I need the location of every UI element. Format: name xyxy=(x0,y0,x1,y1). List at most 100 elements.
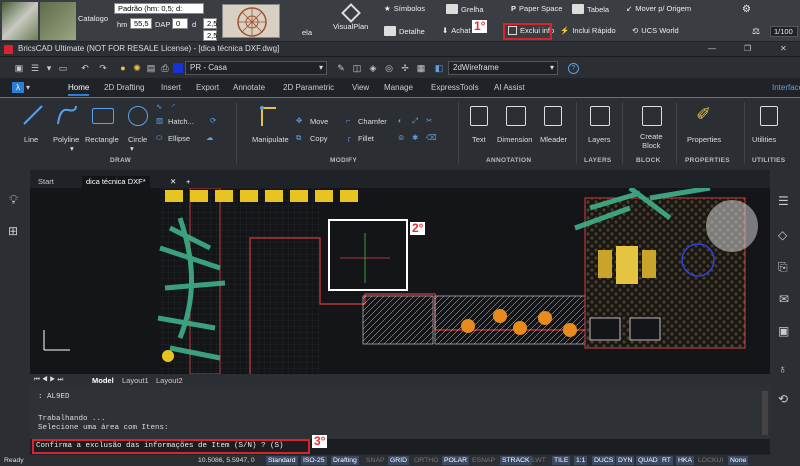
status-toggle-grid[interactable]: GRID xyxy=(388,456,409,465)
layout-nav-icon[interactable]: ⏮◀▶⏭ xyxy=(34,376,65,384)
tab-model[interactable]: Model xyxy=(92,376,114,385)
layer-iso-icon[interactable]: ◈ xyxy=(368,63,378,73)
layers-panel-icon[interactable]: ◇ xyxy=(778,228,787,242)
copy-button[interactable]: Copy xyxy=(310,134,328,143)
tab-home[interactable]: Home xyxy=(68,83,90,96)
command-prompt[interactable]: Confirma a exclusão das informações de I… xyxy=(30,439,770,454)
status-toggle-1-1[interactable]: 1:1 xyxy=(574,456,588,465)
fillet-button[interactable]: Fillet xyxy=(358,134,374,143)
grelha-button[interactable]: Grelha xyxy=(446,4,484,14)
circle-chevron-icon[interactable]: ▾ xyxy=(130,144,134,153)
redo-icon[interactable]: ↷ xyxy=(98,63,108,73)
tab-start[interactable]: Start xyxy=(34,176,58,188)
tabela-button[interactable]: Tabela xyxy=(572,4,609,14)
visual-style-combo[interactable]: 2dWireframe ▾ xyxy=(448,61,558,75)
layer-combo[interactable]: PR - Casa ▾ xyxy=(185,61,327,75)
rectangle-button[interactable]: Rectangle xyxy=(85,135,119,144)
line-button[interactable]: Line xyxy=(24,135,38,144)
status-toggle-dyn[interactable]: DYN xyxy=(616,456,635,465)
tab-annotate[interactable]: Annotate xyxy=(233,83,265,92)
mail-panel-icon[interactable]: ✉ xyxy=(779,292,789,306)
tab-expresstools[interactable]: ExpressTools xyxy=(431,83,479,92)
tab-drawing[interactable]: dica técnica DXF* xyxy=(82,176,150,188)
layers-button[interactable]: Layers xyxy=(588,135,611,144)
new-tab-icon[interactable]: + xyxy=(182,176,194,188)
d-field-2[interactable]: 2,5 xyxy=(203,30,217,41)
tab-ai-assist[interactable]: AI Assist xyxy=(494,83,525,92)
dimension-button[interactable]: Dimension xyxy=(497,135,532,144)
ellipse-button[interactable]: Ellipse xyxy=(168,134,190,143)
status-toggle-drafting[interactable]: Drafting xyxy=(331,456,359,465)
ucs-world-button[interactable]: ⟲ UCS World xyxy=(632,26,679,35)
status-toggle-rt[interactable]: RT xyxy=(660,456,673,465)
structure-panel-icon[interactable]: ⊞ xyxy=(8,224,18,238)
open-icon[interactable]: ▭ xyxy=(58,63,68,73)
offset-icon[interactable]: ⊜ xyxy=(398,133,404,142)
tab-layout2[interactable]: Layout2 xyxy=(156,376,183,385)
close-button[interactable]: ✕ xyxy=(780,42,787,56)
mirror-icon[interactable]: ◐ xyxy=(398,116,403,125)
app-menu-chevron-icon[interactable]: ▾ xyxy=(26,83,30,92)
catalog-thumbnail[interactable] xyxy=(2,2,38,40)
layer-select[interactable]: Padrão (hm: 0,5; d: xyxy=(114,3,204,14)
lightbulb-icon[interactable]: ● xyxy=(118,63,128,73)
mover-origem-button[interactable]: ↙ Mover p/ Origem xyxy=(626,4,691,13)
paper-space-button[interactable]: P Paper Space xyxy=(511,4,562,13)
lock-icon[interactable]: ▤ xyxy=(146,63,156,73)
tab-2d-parametric[interactable]: 2D Parametric xyxy=(283,83,334,92)
spline-icon[interactable]: ∿ xyxy=(156,102,162,111)
tab-layout1[interactable]: Layout1 xyxy=(122,376,149,385)
status-toggle-standard[interactable]: Standard xyxy=(266,456,298,465)
status-toggle-lockui[interactable]: LOCKUI xyxy=(696,456,725,465)
status-toggle-ducs[interactable]: DUCS xyxy=(592,456,616,465)
polyline-chevron-icon[interactable]: ▾ xyxy=(70,144,74,153)
achat-button[interactable]: ⬇ Achat xyxy=(442,26,470,35)
explode-icon[interactable]: ✱ xyxy=(412,133,418,142)
plant-symbol-preview[interactable] xyxy=(222,4,280,38)
tab-manage[interactable]: Manage xyxy=(384,83,413,92)
chamfer-button[interactable]: Chamfer xyxy=(358,117,387,126)
lightbulb-panel-icon[interactable]: 💡︎ xyxy=(9,192,18,208)
help-icon[interactable]: ? xyxy=(568,63,579,74)
save-icon[interactable]: ▣ xyxy=(14,63,24,73)
plant-thumbnail[interactable] xyxy=(40,2,76,40)
match-layer-icon[interactable]: ✎ xyxy=(336,63,346,73)
print-icon[interactable]: ⎙ xyxy=(160,63,170,73)
catalog-button[interactable]: Catalogo xyxy=(78,14,108,23)
status-toggle-none[interactable]: None xyxy=(728,456,749,465)
properties-panel-icon[interactable]: ☰ xyxy=(778,194,789,208)
layer-freeze-icon[interactable]: ✢ xyxy=(400,63,410,73)
menu-icon[interactable]: ☰ xyxy=(30,63,40,73)
maximize-button[interactable]: ❐ xyxy=(744,42,751,56)
status-toggle-iso-25[interactable]: ISO-25 xyxy=(301,456,327,465)
history-panel-icon[interactable]: ⟲ xyxy=(778,392,788,406)
drawing-canvas[interactable]: 2° xyxy=(30,188,770,374)
text-button[interactable]: Text xyxy=(472,135,486,144)
tab-view[interactable]: View xyxy=(352,83,369,92)
tab-interface[interactable]: Interface xyxy=(772,83,800,92)
undo-icon[interactable]: ↶ xyxy=(80,63,90,73)
tab-2d-drafting[interactable]: 2D Drafting xyxy=(104,83,144,92)
status-toggle-hka[interactable]: HKA xyxy=(676,456,694,465)
simbolos-button[interactable]: ★ Símbolos xyxy=(384,4,425,13)
settings-icon[interactable]: ⚙ xyxy=(742,4,751,15)
hm-field[interactable]: 55,5 xyxy=(130,18,152,29)
utilities-button[interactable]: Utilities xyxy=(752,135,776,144)
library-panel-icon[interactable]: ▣ xyxy=(778,324,789,338)
status-toggle-tile[interactable]: TILE xyxy=(552,456,571,465)
mleader-button[interactable]: Mleader xyxy=(540,135,567,144)
circle-button[interactable]: Circle xyxy=(128,135,147,144)
tab-insert[interactable]: Insert xyxy=(161,83,181,92)
visualplan-button[interactable]: VisualPlan xyxy=(333,3,368,31)
status-toggle-snap[interactable]: SNAP xyxy=(364,456,387,465)
hatch-button[interactable]: Hatch... xyxy=(168,117,194,126)
minimize-button[interactable]: — xyxy=(708,42,716,56)
layer-walk-icon[interactable]: ◎ xyxy=(384,63,394,73)
status-toggle-esnap[interactable]: ESNAP xyxy=(470,456,497,465)
properties-button[interactable]: Properties xyxy=(687,135,721,144)
rotate-icon[interactable]: ⟳ xyxy=(210,116,216,125)
detalhe-button[interactable]: Detalhe xyxy=(384,26,425,36)
close-tab-icon[interactable]: ✕ xyxy=(166,176,180,188)
layer-color-swatch[interactable] xyxy=(173,63,183,73)
cloud-icon[interactable]: ☁ xyxy=(206,133,214,142)
